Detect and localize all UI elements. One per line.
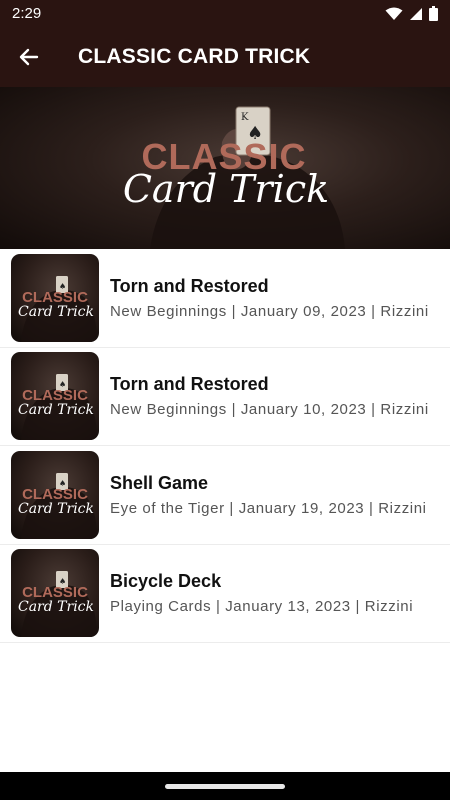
app-bar: CLASSIC CARD TRICK	[0, 27, 450, 87]
episode-subtitle: Playing Cards | January 13, 2023 | Rizzi…	[110, 598, 414, 616]
episode-title: Bicycle Deck	[110, 571, 222, 592]
page-title: CLASSIC CARD TRICK	[78, 45, 311, 68]
thumb-logo-script: Card Trick	[18, 599, 94, 615]
episode-list-item[interactable]: ♠ CLASSIC Card Trick Bicycle Deck Playin…	[0, 544, 450, 643]
hero-banner: K ♠ CLASSIC Card Trick	[0, 87, 450, 249]
episode-list-item[interactable]: ♠ CLASSIC Card Trick Torn and Restored N…	[0, 249, 450, 348]
episode-meta: Torn and Restored New Beginnings | Janua…	[110, 374, 440, 418]
episode-title: Shell Game	[110, 472, 209, 493]
episode-meta: Bicycle Deck Playing Cards | January 13,…	[110, 571, 440, 615]
thumb-logo-script: Card Trick	[18, 402, 94, 418]
thumb-logo-script: Card Trick	[18, 304, 94, 320]
hero-logo-script: Card Trick	[123, 167, 329, 211]
signal-icon	[410, 7, 422, 20]
thumbnail-artwork: ♠ CLASSIC Card Trick	[18, 374, 97, 441]
thumbnail-artwork: ♠ CLASSIC Card Trick	[18, 571, 97, 638]
episode-thumbnail: ♠ CLASSIC Card Trick	[11, 549, 99, 638]
episode-list-item[interactable]: ♠ CLASSIC Card Trick Torn and Restored N…	[0, 347, 450, 446]
episode-subtitle: New Beginnings | January 09, 2023 | Rizz…	[110, 302, 429, 320]
battery-icon	[429, 6, 438, 21]
svg-text:K: K	[241, 112, 249, 123]
episode-thumbnail: ♠ CLASSIC Card Trick	[11, 450, 99, 539]
home-gesture-pill[interactable]	[165, 783, 285, 789]
back-button[interactable]	[0, 27, 58, 87]
episode-meta: Torn and Restored New Beginnings | Janua…	[110, 276, 440, 320]
status-bar: 2:29	[0, 0, 450, 27]
thumbnail-artwork: ♠ CLASSIC Card Trick	[18, 275, 97, 342]
episode-title: Torn and Restored	[110, 374, 269, 395]
episode-thumbnail: ♠ CLASSIC Card Trick	[11, 253, 99, 342]
episode-list: ♠ CLASSIC Card Trick Torn and Restored N…	[0, 249, 450, 643]
thumb-logo-script: Card Trick	[18, 501, 94, 517]
episode-list-item[interactable]: ♠ CLASSIC Card Trick Shell Game Eye of t…	[0, 446, 450, 545]
arrow-left-icon	[19, 48, 39, 66]
status-icons	[385, 6, 438, 21]
status-time: 2:29	[12, 5, 42, 22]
episode-thumbnail: ♠ CLASSIC Card Trick	[11, 352, 99, 441]
hero-artwork: K ♠ CLASSIC Card Trick	[123, 106, 345, 249]
episode-meta: Shell Game Eye of the Tiger | January 19…	[110, 473, 440, 517]
episode-subtitle: Eye of the Tiger | January 19, 2023 | Ri…	[110, 499, 427, 517]
wifi-icon	[385, 7, 403, 20]
episode-subtitle: New Beginnings | January 10, 2023 | Rizz…	[110, 401, 429, 419]
episode-title: Torn and Restored	[110, 275, 269, 296]
thumbnail-artwork: ♠ CLASSIC Card Trick	[18, 472, 97, 539]
system-nav-bar	[0, 772, 450, 800]
